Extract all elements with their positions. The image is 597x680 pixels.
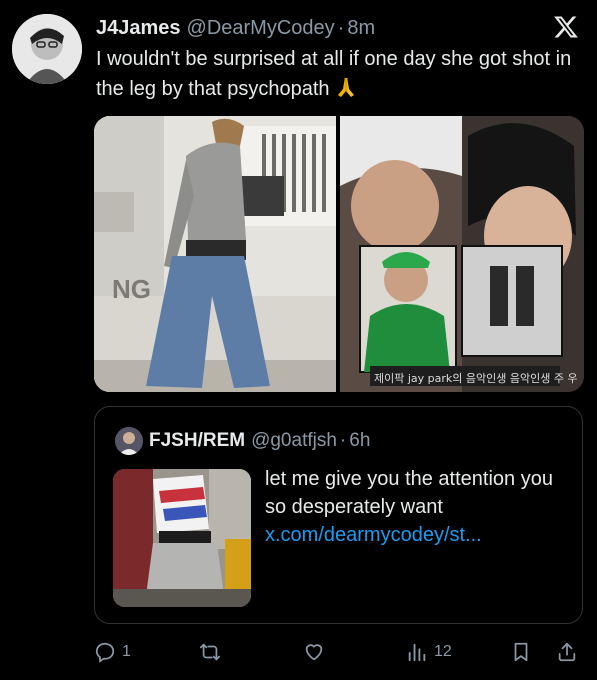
like-button[interactable] — [302, 638, 332, 666]
tweet-time[interactable]: 8m — [347, 17, 375, 40]
tweet-text: I wouldn't be surprised at all if one da… — [96, 44, 577, 108]
separator-dot: · — [337, 16, 345, 39]
share-button[interactable] — [556, 638, 578, 666]
share-icon — [556, 641, 578, 663]
bookmark-icon — [510, 641, 532, 663]
author-name[interactable]: J4James — [96, 17, 181, 40]
quoted-tweet-text: let me give you the attention you so des… — [265, 465, 568, 549]
reply-icon — [94, 641, 116, 663]
quoted-separator-dot: · — [339, 430, 347, 451]
quoted-tweet-link[interactable]: x.com/dearmycodey/st... — [265, 521, 568, 549]
author-avatar[interactable] — [12, 14, 82, 84]
quoted-tweet[interactable]: FJSH/REM @g0atfjsh · 6h let me give you … — [94, 406, 583, 624]
repost-button[interactable] — [198, 638, 228, 666]
heart-icon — [302, 641, 326, 663]
quoted-author-avatar[interactable] — [115, 427, 143, 455]
quoted-tweet-time[interactable]: 6h — [349, 430, 370, 452]
quoted-tweet-text-content: let me give you the attention you so des… — [265, 468, 553, 518]
views-button[interactable]: 12 — [406, 638, 452, 666]
folded-hands-icon — [335, 75, 357, 108]
media-photo-left[interactable]: NG — [94, 116, 336, 392]
tweet-action-bar: 1 12 — [94, 638, 584, 666]
quoted-tweet-header: FJSH/REM @g0atfjsh · 6h — [115, 427, 370, 455]
media-caption-text: 제이팍 jay park의 음악인생 음악인생 주 우 — [374, 372, 578, 385]
tweet-header: J4James @DearMyCodey · 8m — [96, 14, 577, 42]
views-count: 12 — [434, 643, 452, 660]
bookmark-button[interactable] — [510, 638, 532, 666]
x-logo-icon — [553, 14, 579, 40]
quoted-author-name[interactable]: FJSH/REM — [149, 430, 245, 452]
reply-count: 1 — [122, 643, 131, 660]
tweet-media[interactable]: NG 제이팍 jay park의 음악인생 음악인생 주 우 — [94, 116, 584, 392]
media-sign-text: NG — [112, 274, 151, 304]
quoted-media-thumbnail[interactable] — [113, 469, 251, 607]
author-handle[interactable]: @DearMyCodey — [187, 17, 335, 40]
quoted-author-handle[interactable]: @g0atfjsh — [251, 430, 337, 452]
repost-icon — [198, 641, 222, 663]
reply-button[interactable]: 1 — [94, 638, 131, 666]
media-photo-right[interactable]: 제이팍 jay park의 음악인생 음악인생 주 우 — [340, 116, 584, 392]
views-icon — [406, 641, 428, 663]
